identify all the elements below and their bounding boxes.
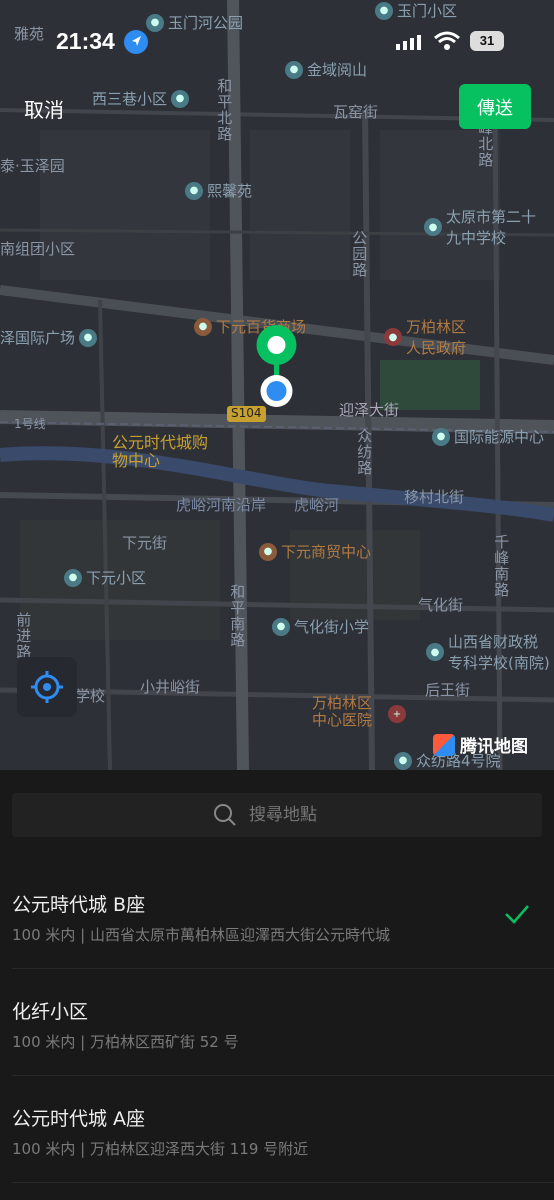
wifi-icon: [434, 31, 460, 50]
signal-icon: [396, 35, 421, 50]
school-icon: ●: [272, 617, 290, 636]
search-icon: [214, 804, 236, 826]
label-houwang: 后王街: [425, 681, 471, 699]
poi-label: 万柏林区人民政府: [406, 318, 467, 357]
result-address: 100 米内 | 万柏林区迎泽西大街 119 号附近: [12, 1140, 309, 1158]
label-yicun: 移村北街: [404, 488, 465, 506]
poi-finance-school: ● 山西省财政税专科学校(南院): [426, 631, 554, 673]
label-heping-south: 和平南路: [228, 584, 247, 648]
tencent-map-logo-icon: [433, 733, 455, 756]
result-name: 化纤小区: [12, 1001, 89, 1023]
poi-label: 国际能源中心: [454, 428, 545, 446]
result-address: 100 米内 | 万柏林区西矿街 52 号: [12, 1033, 239, 1051]
poi-label: 山西省财政税专科学校(南院): [448, 633, 550, 672]
poi-label: 泽国际广场: [0, 329, 76, 347]
brand-label: 腾讯地图: [460, 737, 528, 757]
status-bar: 21:34 31: [0, 0, 554, 82]
poi-label: 西三巷小区: [92, 90, 168, 108]
label-huyu-river: 虎峪河: [294, 496, 340, 514]
poi-energy-center: ● 国际能源中心: [432, 426, 544, 447]
label-nanzutuan: 南组团小区: [0, 240, 76, 258]
poi-label: 气化街小学: [294, 618, 370, 636]
poi-qihua-school: ● 气化街小学: [272, 616, 369, 637]
label-zhongfang: 众纺路: [355, 428, 374, 476]
result-item[interactable]: 公元時代城 B座 100 米内 | 山西省太原市萬柏林區迎澤西大街公元時代城: [12, 862, 554, 969]
label-gongyuan-mall: 公元时代城购物中心: [112, 433, 209, 471]
status-time: 21:34: [56, 28, 115, 54]
result-list: 公元時代城 B座 100 米内 | 山西省太原市萬柏林區迎澤西大街公元時代城 化…: [0, 862, 554, 1183]
label-heping-north: 和平北路: [215, 78, 234, 142]
label-qianjin: 前进路: [14, 612, 33, 660]
result-name: 公元时代城 A座: [12, 1108, 146, 1130]
label-yuzeyuan: 泰·玉泽园: [0, 157, 65, 175]
school-icon: ●: [426, 643, 444, 661]
location-arrow-icon: [124, 30, 148, 54]
label-huyu-south: 虎峪河南沿岸: [176, 496, 267, 514]
hospital-cross-icon: +: [388, 705, 406, 723]
shopping-icon: ●: [194, 317, 212, 336]
battery-indicator: 31: [470, 31, 504, 51]
government-icon: ●: [384, 328, 402, 346]
locate-me-button[interactable]: [17, 657, 77, 717]
poi-wanbailin-gov: ● 万柏林区人民政府: [384, 316, 484, 358]
search-input[interactable]: [247, 804, 341, 826]
hospital-icon: +: [388, 705, 406, 723]
result-item[interactable]: 公元时代城 A座 100 米内 | 万柏林区迎泽西大街 119 号附近: [12, 1076, 554, 1183]
poi-xisanxiang: 西三巷小区 ●: [92, 88, 190, 109]
building-icon: ●: [394, 751, 412, 770]
label-xiayuan-street: 下元街: [122, 534, 168, 552]
label-qihua-street: 气化街: [418, 596, 464, 614]
cancel-button[interactable]: 取消: [24, 94, 64, 123]
school-icon: ●: [424, 218, 442, 236]
location-pin-icon: [256, 325, 297, 407]
label-hospital: 万柏林区中心医院: [312, 694, 373, 730]
label-gongyuan-road: 公园路: [350, 230, 369, 278]
building-icon: ●: [432, 427, 450, 446]
checkmark-icon: [505, 905, 529, 924]
poi-school29: ● 太原市第二十九中学校: [424, 206, 554, 248]
poi-label: 太原市第二十九中学校: [446, 208, 537, 247]
shopping-icon: ●: [259, 542, 277, 561]
label-waiyao: 瓦窑街: [333, 103, 379, 121]
building-icon: ●: [185, 181, 203, 200]
poi-yize-plaza: 泽国际广场 ●: [0, 327, 98, 348]
result-name: 公元時代城 B座: [12, 894, 146, 916]
poi-xixinyuan: ● 熙馨苑: [185, 180, 252, 201]
label-line1: 1号线: [14, 417, 46, 431]
label-yingze: 迎泽大街: [339, 401, 400, 419]
poi-xiayuan-community: ● 下元小区: [64, 567, 146, 588]
send-button[interactable]: 傳送: [459, 84, 531, 129]
poi-label: 下元小区: [86, 569, 147, 587]
search-bar[interactable]: [12, 793, 542, 837]
building-icon: ●: [79, 328, 98, 347]
crosshair-icon: [31, 671, 63, 703]
result-address: 100 米内 | 山西省太原市萬柏林區迎澤西大街公元時代城: [12, 926, 390, 944]
building-icon: ●: [171, 89, 190, 108]
poi-xiayuan-trade: ● 下元商贸中心: [259, 541, 371, 562]
label-qianfeng: 千峰南路: [492, 534, 511, 598]
poi-label: 熙馨苑: [207, 182, 253, 200]
result-item[interactable]: 化纤小区 100 米内 | 万柏林区西矿街 52 号: [12, 969, 554, 1076]
poi-label: 下元商贸中心: [281, 543, 372, 561]
building-icon: ●: [64, 568, 82, 587]
label-xiaojingyu: 小井峪街: [140, 678, 201, 696]
map-brand: 腾讯地图: [433, 732, 528, 757]
